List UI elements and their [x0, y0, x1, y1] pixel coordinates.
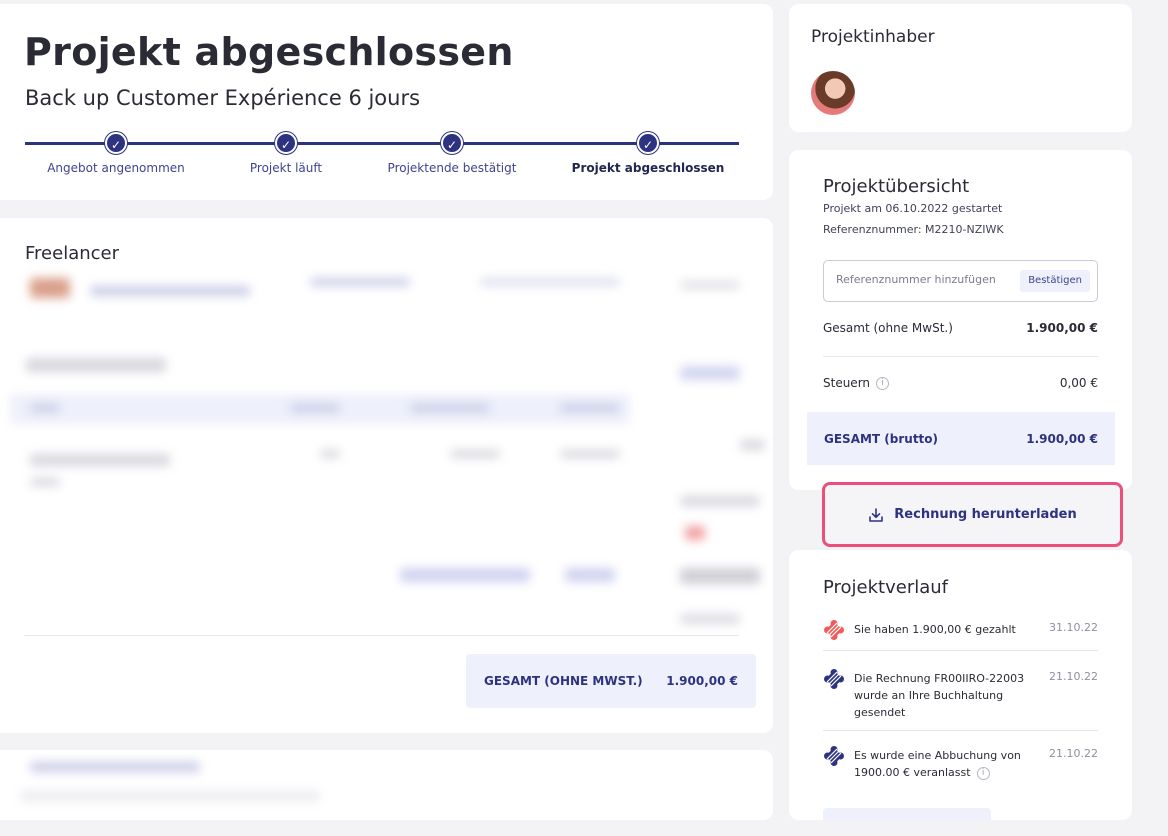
step-label: Projektende bestätigt: [387, 161, 517, 175]
blurred-text: [680, 281, 740, 289]
blurred-text: [90, 286, 250, 296]
total-value: 1.900,00 €: [666, 674, 738, 688]
check-icon: ✓: [441, 132, 463, 154]
project-name: Back up Customer Expérience 6 jours: [25, 86, 421, 110]
history-text: Es wurde eine Abbuchung von 1900.00 € ve…: [854, 747, 1034, 781]
divider: [823, 650, 1098, 651]
net-label: Gesamt (ohne MwSt.): [823, 321, 953, 335]
history-text-content: Es wurde eine Abbuchung von 1900.00 € ve…: [854, 749, 1021, 779]
blurred-text: [680, 366, 740, 380]
project-overview-card: Projektübersicht Projekt am 06.10.2022 g…: [789, 150, 1132, 490]
divider: [823, 356, 1098, 357]
step-project-end-confirmed: ✓ Projektende bestätigt: [352, 130, 552, 175]
history-text: Die Rechnung FR00IIRO-22003 wurde an Ihr…: [854, 672, 1025, 719]
blurred-text: [400, 568, 530, 582]
blurred-avatar: [30, 278, 70, 298]
step-label: Projekt abgeschlossen: [571, 161, 725, 175]
reference-number-input[interactable]: [836, 273, 1016, 286]
gross-total-row: GESAMT (brutto) 1.900,00 €: [807, 412, 1115, 465]
divider: [823, 730, 1098, 731]
gross-label: GESAMT (brutto): [824, 431, 939, 446]
history-date: 21.10.22: [1049, 747, 1098, 760]
blurred-text: [740, 440, 765, 450]
divider: [25, 635, 739, 636]
blurred-text: [680, 496, 760, 506]
blurred-text: [30, 478, 60, 486]
page-title: Projekt abgeschlossen: [24, 30, 514, 74]
total-label: GESAMT (OHNE MWST.): [484, 674, 643, 688]
blurred-text: [560, 404, 620, 412]
info-icon[interactable]: i: [976, 766, 990, 780]
history-text: Sie haben 1.900,00 € gezahlt: [854, 623, 1016, 636]
progress-stepper: ✓ Angebot angenommen ✓ Projekt läuft ✓ P…: [25, 130, 739, 180]
blurred-text: [26, 358, 166, 372]
blurred-text: [30, 404, 60, 412]
show-more-button[interactable]: [823, 808, 991, 820]
gross-value: 1.900,00 €: [1026, 431, 1098, 446]
project-start-date: Projekt am 06.10.2022 gestartet: [823, 202, 1003, 215]
tax-row: Steuern i 0,00 €: [823, 376, 1098, 390]
step-project-completed: ✓ Projekt abgeschlossen: [548, 130, 748, 175]
freelancer-total: GESAMT (OHNE MWST.) 1.900,00 €: [466, 654, 756, 708]
owner-title: Projektinhaber: [811, 27, 935, 47]
tax-value: 0,00 €: [1059, 376, 1098, 390]
blurred-text: [320, 450, 340, 458]
tax-label: Steuern: [823, 376, 871, 390]
payment-badge-icon: [824, 620, 844, 640]
download-invoice-button[interactable]: Rechnung herunterladen: [822, 482, 1123, 547]
net-total-row: Gesamt (ohne MwSt.) 1.900,00 €: [823, 321, 1098, 335]
reference-input-group: Bestätigen: [823, 260, 1098, 302]
blurred-text: [310, 278, 410, 286]
net-value: 1.900,00 €: [1026, 321, 1098, 335]
info-icon[interactable]: i: [876, 377, 890, 390]
additional-card: [0, 750, 773, 820]
check-icon: ✓: [105, 132, 127, 154]
download-label: Rechnung herunterladen: [894, 507, 1077, 522]
history-date: 31.10.22: [1049, 621, 1098, 634]
project-owner-card: Projektinhaber: [789, 4, 1132, 132]
check-icon: ✓: [637, 132, 659, 154]
blurred-icon: [685, 526, 705, 540]
blurred-text: [30, 454, 170, 466]
invoice-badge-icon: [824, 669, 844, 689]
blurred-text: [680, 614, 740, 624]
avatar[interactable]: [811, 71, 855, 115]
project-status-card: Projekt abgeschlossen Back up Customer E…: [0, 4, 773, 200]
confirm-button[interactable]: Bestätigen: [1020, 270, 1090, 292]
freelancer-title: Freelancer: [25, 243, 120, 264]
blurred-text: [565, 568, 615, 582]
history-title: Projektverlauf: [823, 577, 949, 598]
download-icon: [869, 507, 884, 522]
freelancer-card: Freelancer GESAMT (OHNE MWST.) 1.900,00 …: [0, 218, 773, 733]
overview-title: Projektübersicht: [823, 176, 970, 197]
blurred-text: [20, 790, 320, 802]
history-date: 21.10.22: [1049, 670, 1098, 683]
debit-badge-icon: [824, 746, 844, 766]
project-history-card: Projektverlauf Sie haben 1.900,00 € geza…: [789, 550, 1132, 820]
blurred-text: [410, 404, 490, 412]
blurred-text: [290, 404, 340, 412]
reference-number: Referenznummer: M2210-NZIWK: [823, 223, 1004, 236]
blurred-text: [30, 762, 200, 772]
blurred-text: [680, 568, 760, 584]
check-icon: ✓: [275, 132, 297, 154]
blurred-text: [560, 450, 620, 458]
blurred-text: [480, 278, 620, 286]
blurred-text: [450, 450, 500, 458]
